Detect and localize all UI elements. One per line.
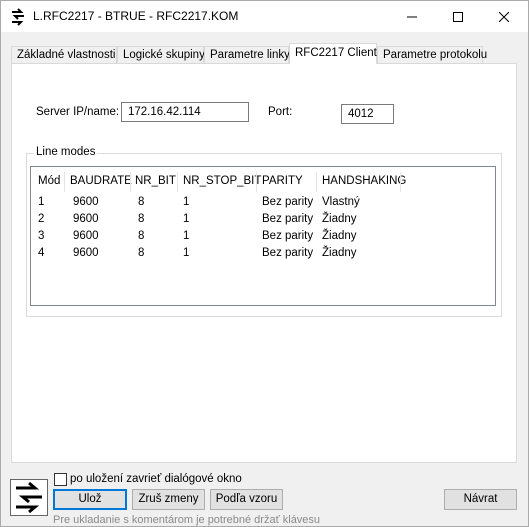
minimize-icon [407, 16, 417, 17]
column-header-baudrate[interactable]: BAUDRATE [70, 175, 132, 191]
server-ip-input[interactable]: 172.16.42.114 [121, 102, 249, 122]
serial-cable-icon [12, 8, 24, 26]
save-hint-text: Pre ukladanie s komentárom je potrebné d… [53, 514, 321, 526]
port-label: Port: [268, 106, 293, 118]
table-cell[interactable]: 1 [183, 247, 189, 259]
discard-changes-button[interactable]: Zruš zmeny [132, 489, 205, 510]
from-template-button[interactable]: Podľa vzoru [210, 489, 283, 510]
table-cell[interactable]: Vlastný [322, 196, 360, 208]
table-cell[interactable]: 1 [183, 196, 189, 208]
column-divider[interactable] [130, 172, 131, 192]
back-button[interactable]: Návrat [444, 489, 517, 510]
column-header-mod[interactable]: Mód [38, 175, 60, 191]
tab-rfc2217-client[interactable]: RFC2217 Client [289, 43, 377, 64]
table-cell[interactable]: 9600 [73, 196, 99, 208]
window-title: L.RFC2217 - BTRUE - RFC2217.KOM [33, 9, 239, 23]
table-cell[interactable]: Žiadny [322, 247, 357, 259]
table-cell[interactable]: 9600 [73, 247, 99, 259]
table-cell[interactable]: 1 [183, 213, 189, 225]
maximize-icon [453, 11, 463, 22]
tab-zakladne-vlastnosti[interactable]: Základné vlastnosti [11, 46, 117, 63]
port-input[interactable]: 4012 [341, 104, 394, 124]
table-cell[interactable]: 9600 [73, 213, 99, 225]
server-label: Server IP/name: [36, 106, 120, 118]
close-after-save-label[interactable]: po uložení zavrieť dialógové okno [70, 473, 242, 485]
serial-port-logo [10, 479, 48, 516]
table-cell[interactable]: 1 [38, 196, 44, 208]
column-header-handshaking[interactable]: HANDSHAKING [322, 175, 406, 191]
close-button[interactable] [481, 1, 527, 32]
table-cell[interactable]: 9600 [73, 230, 99, 242]
column-divider[interactable] [177, 172, 178, 192]
table-cell[interactable]: 4 [38, 247, 44, 259]
tab-parametre-linky[interactable]: Parametre linky [204, 46, 290, 63]
dialog-window: L.RFC2217 - BTRUE - RFC2217.KOM Základné… [0, 0, 529, 527]
serial-cable-icon [16, 481, 42, 514]
column-header-nr-stop-bit[interactable]: NR_STOP_BIT [183, 175, 261, 191]
table-cell[interactable]: Bez parity [262, 213, 313, 225]
table-cell[interactable]: Bez parity [262, 230, 313, 242]
tab-parametre-protokolu[interactable]: Parametre protokolu [377, 46, 487, 63]
close-after-save-checkbox[interactable] [54, 473, 67, 486]
column-header-nr-bit[interactable]: NR_BIT [135, 175, 176, 191]
minimize-button[interactable] [389, 1, 435, 32]
table-cell[interactable]: 2 [38, 213, 44, 225]
table-cell[interactable]: Žiadny [322, 213, 357, 225]
column-header-parity[interactable]: PARITY [262, 175, 303, 191]
table-cell[interactable]: 3 [38, 230, 44, 242]
save-button[interactable]: Ulož [53, 489, 127, 510]
column-divider[interactable] [64, 172, 65, 192]
table-cell[interactable]: Bez parity [262, 196, 313, 208]
table-cell[interactable]: 8 [138, 230, 144, 242]
column-divider[interactable] [256, 172, 257, 192]
title-bar[interactable]: L.RFC2217 - BTRUE - RFC2217.KOM [1, 1, 528, 32]
table-cell[interactable]: 8 [138, 213, 144, 225]
line-modes-title: Line modes [34, 146, 98, 158]
maximize-button[interactable] [435, 1, 481, 32]
tab-logicke-skupiny[interactable]: Logické skupiny [117, 46, 205, 63]
table-cell[interactable]: Žiadny [322, 230, 357, 242]
column-divider[interactable] [400, 172, 401, 192]
line-modes-list[interactable]: Mód BAUDRATE NR_BIT NR_STOP_BIT PARITY H… [30, 166, 496, 306]
column-divider[interactable] [316, 172, 317, 192]
table-cell[interactable]: 1 [183, 230, 189, 242]
table-cell[interactable]: Bez parity [262, 247, 313, 259]
close-icon [499, 11, 509, 22]
table-cell[interactable]: 8 [138, 196, 144, 208]
table-cell[interactable]: 8 [138, 247, 144, 259]
